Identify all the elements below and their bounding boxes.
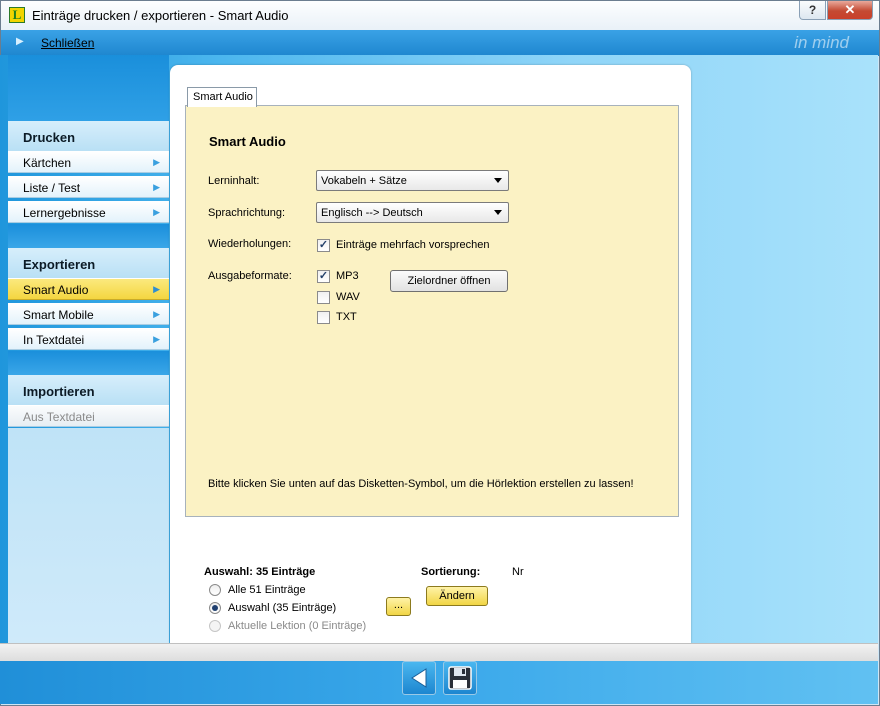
sidebar-top-spacer [8,55,169,121]
back-arrow-icon [411,668,427,688]
aendern-button[interactable]: Ändern [426,586,488,606]
wav-label: WAV [336,291,360,303]
chevron-right-icon: ▶ [153,334,160,344]
help-button[interactable]: ? [799,1,826,20]
play-arrow-icon: ▶ [16,36,24,47]
sidebar-item-label: Smart Audio [23,283,89,297]
save-button[interactable] [443,661,477,695]
auswahl-title: Auswahl: 35 Einträge [204,566,316,578]
sidebar-gap [8,224,169,248]
radio-auswahl-label: Auswahl (35 Einträge) [228,602,337,614]
lerninhalt-select[interactable]: Vokabeln + Sätze [316,170,509,191]
sidebar-item-smart-mobile[interactable]: Smart Mobile ▶ [8,303,169,325]
close-menu-item[interactable]: Schließen [41,36,94,50]
sidebar-section-drucken: Drucken [8,121,169,151]
radio-alle[interactable] [209,584,221,596]
sidebar-item-lernergebnisse[interactable]: Lernergebnisse ▶ [8,201,169,223]
sidebar-item-label: In Textdatei [23,333,85,347]
chevron-down-icon [494,178,502,183]
footer-bar [0,661,878,704]
window-title: Einträge drucken / exportieren - Smart A… [32,8,289,23]
sortierung-value: Nr [512,566,524,578]
chevron-right-icon: ▶ [153,182,160,192]
sidebar-item-smart-audio[interactable]: Smart Audio ▶ [8,278,169,300]
wiederholungen-checkbox[interactable]: ✓ [317,239,330,252]
menu-bar: ▶ Schließen in mind [1,30,879,56]
chevron-right-icon: ▶ [153,284,160,294]
sidebar-item-label: Aus Textdatei [23,410,95,424]
sidebar-item-aus-textdatei: Aus Textdatei [8,405,169,427]
auswahl-dots-button[interactable]: ... [386,597,411,616]
floppy-disk-icon [448,666,472,690]
radio-alle-label: Alle 51 Einträge [228,584,306,596]
wiederholungen-label: Wiederholungen: [208,238,292,250]
ausgabeformate-label: Ausgabeformate: [208,270,292,282]
sidebar-item-label: Smart Mobile [23,308,94,322]
tab-smart-audio[interactable]: Smart Audio [187,87,257,107]
chevron-down-icon [494,210,502,215]
radio-aktuelle-lektion [209,620,221,632]
page-title: Smart Audio [209,134,286,149]
zielordner-oeffnen-button[interactable]: Zielordner öffnen [390,270,508,292]
chevron-right-icon: ▶ [153,309,160,319]
sidebar-gap [8,351,169,375]
sortierung-label: Sortierung: [421,566,481,578]
sidebar-item-kaertchen[interactable]: Kärtchen ▶ [8,151,169,173]
mp3-label: MP3 [336,270,359,282]
lerninhalt-label: Lerninhalt: [208,175,260,187]
app-logo-icon: L [9,7,25,23]
sprachrichtung-value: Englisch --> Deutsch [321,207,423,219]
status-strip [0,643,878,662]
sidebar-section-exportieren: Exportieren [8,248,169,278]
sidebar-item-liste-test[interactable]: Liste / Test ▶ [8,176,169,198]
txt-label: TXT [336,311,357,323]
radio-auswahl[interactable] [209,602,221,614]
txt-checkbox[interactable] [317,311,330,324]
title-bar: L Einträge drucken / exportieren - Smart… [1,1,879,31]
close-window-button[interactable]: ✕ [827,1,873,20]
sidebar-item-label: Liste / Test [23,181,81,195]
wiederholungen-checkbox-label: Einträge mehrfach vorsprechen [336,239,490,251]
chevron-right-icon: ▶ [153,157,160,167]
sidebar-item-label: Lernergebnisse [23,206,106,220]
sidebar-section-importieren: Importieren [8,375,169,405]
hint-text: Bitte klicken Sie unten auf das Diskette… [208,478,634,490]
sidebar-bottom-fill [8,428,169,643]
sidebar-item-in-textdatei[interactable]: In Textdatei ▶ [8,328,169,350]
tab-page-smart-audio [185,105,679,517]
sidebar-item-label: Kärtchen [23,156,72,170]
sprachrichtung-select[interactable]: Englisch --> Deutsch [316,202,509,223]
radio-aktuelle-lektion-label: Aktuelle Lektion (0 Einträge) [228,620,367,632]
lerninhalt-value: Vokabeln + Sätze [321,175,407,187]
back-button[interactable] [402,661,436,695]
sprachrichtung-label: Sprachrichtung: [208,207,286,219]
chevron-right-icon: ▶ [153,207,160,217]
mp3-checkbox[interactable]: ✓ [317,270,330,283]
brand-logo: in mind [794,33,849,52]
wav-checkbox[interactable] [317,291,330,304]
